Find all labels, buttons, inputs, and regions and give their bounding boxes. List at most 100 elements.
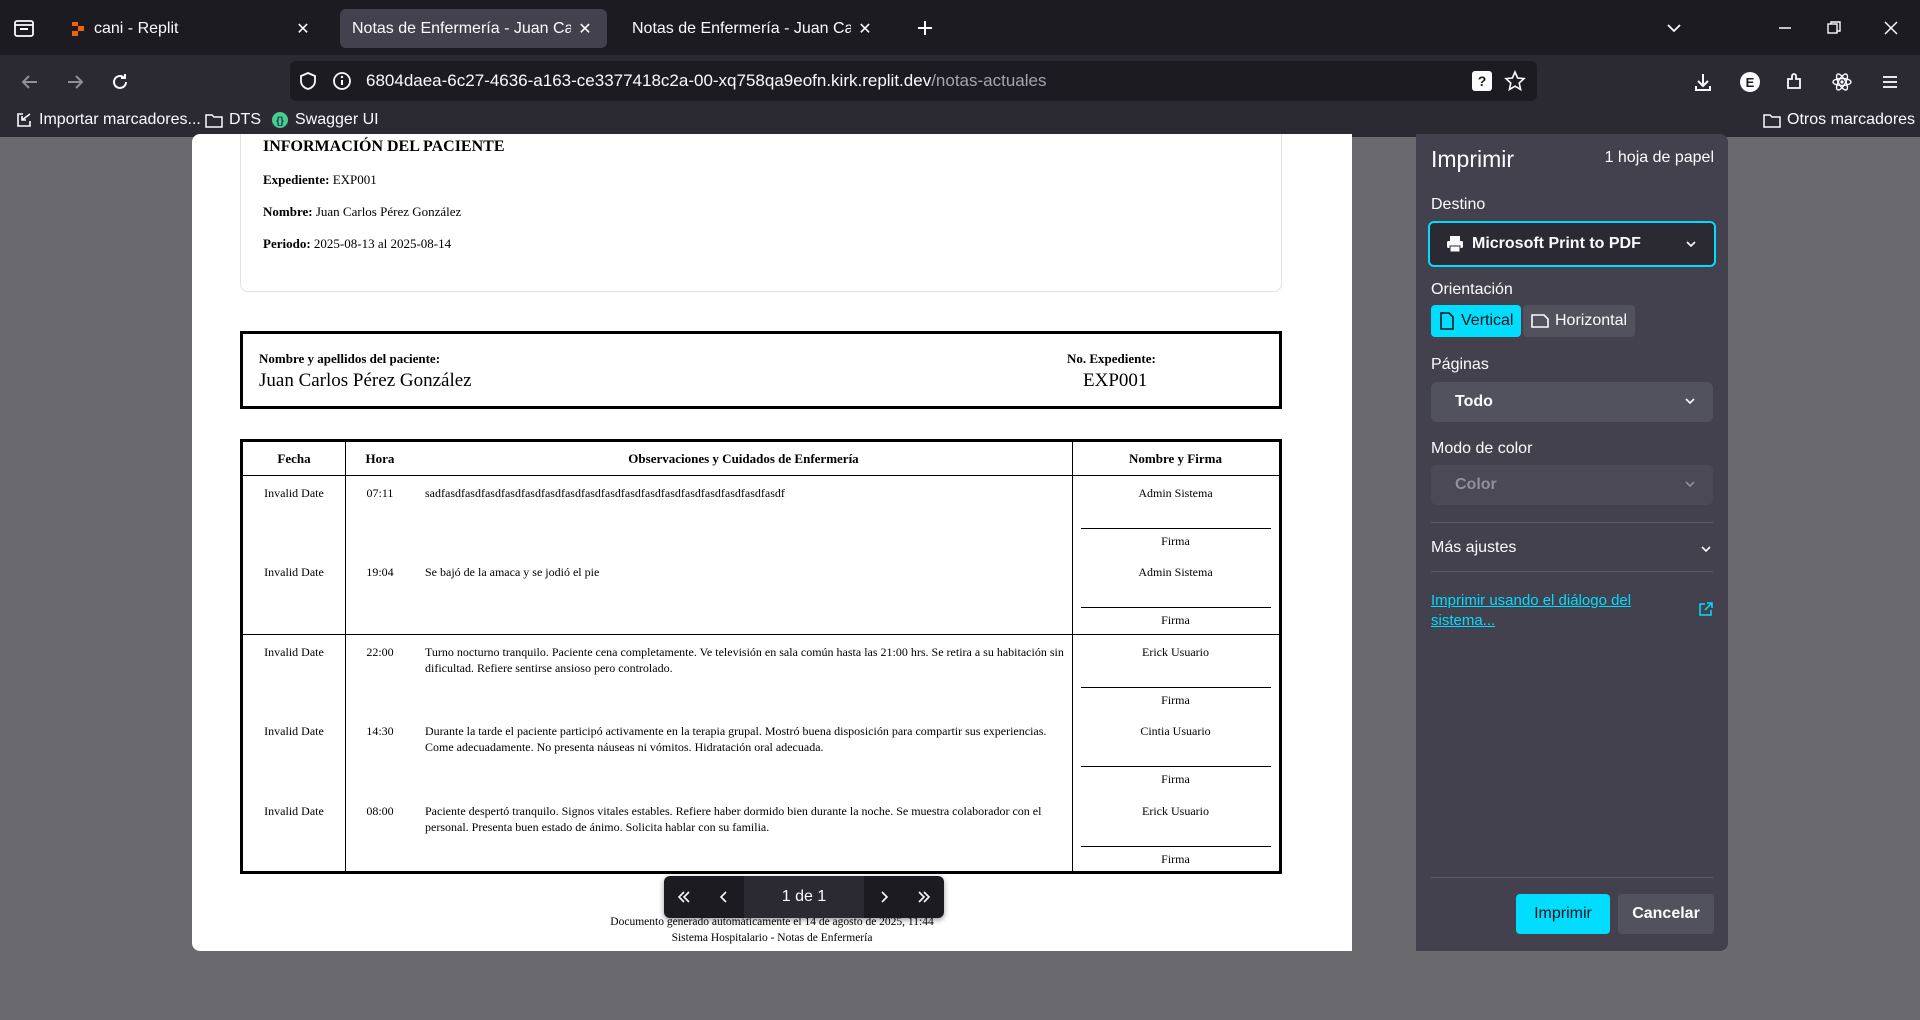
row-hora: 08:00: [366, 804, 394, 818]
portrait-icon: [1440, 312, 1454, 330]
downloads-icon[interactable]: [1688, 67, 1718, 97]
extensions-icon[interactable]: [1779, 67, 1809, 97]
tab-title: Notas de Enfermería - Juan Carlos Pérez …: [632, 19, 851, 37]
forward-icon[interactable]: [60, 67, 90, 97]
info-nombre: Nombre: Juan Carlos Pérez González: [263, 204, 462, 219]
color-mode-select[interactable]: Color: [1431, 465, 1713, 505]
print-button[interactable]: Imprimir: [1516, 894, 1610, 934]
row-observacion: Turno nocturno tranquilo. Paciente cena …: [425, 645, 1064, 675]
row-hora: 14:30: [366, 724, 394, 738]
row-nombre: Admin Sistema: [1138, 565, 1213, 579]
row-firma: Firma: [1161, 852, 1190, 866]
row-fecha: Invalid Date: [264, 804, 324, 818]
print-title: Imprimir: [1431, 146, 1515, 172]
help-icon[interactable]: ?: [1472, 71, 1492, 91]
bookmark-import[interactable]: Importar marcadores...: [15, 111, 201, 129]
new-tab-icon[interactable]: [910, 13, 940, 43]
more-settings-toggle[interactable]: Más ajustes: [1431, 539, 1713, 557]
close-tab-icon[interactable]: ✕: [855, 19, 875, 39]
footer-system: Sistema Hospitalario - Notas de Enfermer…: [671, 932, 873, 944]
print-preview: INFORMACIÓN DEL PACIENTE Expediente: EXP…: [192, 134, 1352, 951]
previous-page-icon[interactable]: [704, 876, 744, 918]
color-label: Modo de color: [1431, 440, 1533, 457]
row-fecha: Invalid Date: [264, 486, 324, 500]
back-icon[interactable]: [15, 67, 45, 97]
row-firma: Firma: [1161, 534, 1190, 548]
header-observaciones: Observaciones y Cuidados de Enfermería: [628, 450, 859, 466]
swagger-icon: {}: [272, 112, 288, 128]
row-nombre: Cintia Usuario: [1140, 724, 1211, 738]
minimize-icon[interactable]: [1770, 14, 1800, 42]
color-value: Color: [1455, 476, 1497, 493]
row-hora: 22:00: [366, 645, 394, 659]
info-periodo: Periodo: 2025-08-13 al 2025-08-14: [263, 236, 452, 251]
orientation-horizontal-button[interactable]: Horizontal: [1523, 305, 1636, 337]
bookmark-label: DTS: [229, 111, 261, 128]
row-fecha: Invalid Date: [264, 565, 324, 579]
pages-select[interactable]: Todo: [1431, 382, 1713, 422]
row-firma: Firma: [1161, 693, 1190, 707]
print-settings-panel: Imprimir 1 hoja de papel Destino Microso…: [1416, 134, 1728, 951]
close-window-icon[interactable]: [1876, 14, 1906, 42]
patient-name-value: Juan Carlos Pérez González: [259, 370, 472, 391]
tab-replit[interactable]: cani - Replit ✕: [58, 9, 325, 48]
info-expediente: Expediente: EXP001: [263, 172, 377, 187]
system-dialog-link[interactable]: Imprimir usando el diálogo del sistema..…: [1431, 591, 1681, 631]
tab-list-icon[interactable]: [12, 16, 36, 40]
preview-page: INFORMACIÓN DEL PACIENTE Expediente: EXP…: [192, 134, 1352, 951]
sheet-count: 1 hoja de papel: [1604, 149, 1714, 166]
url-bar[interactable]: 6804daea-6c27-4636-a163-ce3377418c2a-00-…: [290, 61, 1537, 101]
tab-notas[interactable]: Notas de Enfermería - Juan Carlos Pérez …: [620, 9, 887, 48]
close-tab-icon[interactable]: ✕: [293, 19, 313, 39]
import-icon: [17, 113, 31, 127]
page-count: 1 de 1: [744, 876, 864, 918]
orientation-vertical-button[interactable]: Vertical: [1431, 305, 1522, 337]
chevron-down-icon: [1686, 241, 1696, 248]
bookmark-folder-dts[interactable]: DTS: [205, 111, 261, 129]
chevron-down-icon: [1685, 481, 1695, 488]
chevron-down-icon: [1685, 398, 1695, 405]
header-fecha: Fecha: [277, 450, 311, 466]
external-link-icon: [1699, 602, 1713, 616]
react-devtools-icon[interactable]: [1827, 67, 1857, 97]
menu-icon[interactable]: [1875, 67, 1905, 97]
landscape-icon: [1531, 314, 1549, 328]
tab-notas-active[interactable]: Notas de Enfermería - Juan Carlos Pérez …: [340, 9, 607, 48]
navigation-toolbar: 6804daea-6c27-4636-a163-ce3377418c2a-00-…: [0, 55, 1920, 107]
bookmark-label: Importar marcadores...: [39, 111, 201, 128]
info-title: INFORMACIÓN DEL PACIENTE: [263, 138, 505, 155]
header-nombre-firma: Nombre y Firma: [1129, 450, 1222, 466]
bookmark-other[interactable]: Otros marcadores: [1763, 111, 1915, 129]
row-nombre: Erick Usuario: [1142, 645, 1209, 659]
row-observacion: sadfasdfasdfasdfasdfasdfasdfasdfasdfasdf…: [425, 486, 785, 500]
restore-icon[interactable]: [1819, 14, 1849, 42]
list-all-tabs-icon[interactable]: [1659, 14, 1689, 42]
account-avatar-icon[interactable]: E: [1735, 67, 1765, 97]
row-observacion: Se bajó de la amaca y se jodió el pie: [425, 565, 600, 579]
site-info-icon[interactable]: [332, 71, 352, 91]
first-page-icon[interactable]: [664, 876, 704, 918]
bookmark-swagger[interactable]: {} Swagger UI: [271, 111, 379, 129]
last-page-icon[interactable]: [904, 876, 944, 918]
bookmark-label: Swagger UI: [295, 111, 379, 128]
tab-title: cani - Replit: [94, 19, 179, 37]
svg-text:{}: {}: [276, 116, 284, 127]
next-page-icon[interactable]: [864, 876, 904, 918]
pages-value: Todo: [1455, 393, 1493, 410]
row-observacion: Paciente despertó tranquilo. Signos vita…: [425, 804, 1042, 834]
destination-value: Microsoft Print to PDF: [1472, 235, 1641, 252]
printer-icon: [1447, 236, 1463, 253]
paginas-label: Páginas: [1431, 356, 1489, 373]
bookmark-star-icon[interactable]: [1504, 70, 1526, 92]
cancel-button[interactable]: Cancelar: [1618, 894, 1714, 934]
destination-select[interactable]: Microsoft Print to PDF: [1428, 221, 1716, 267]
reload-icon[interactable]: [105, 67, 135, 97]
destino-label: Destino: [1431, 196, 1486, 213]
shield-icon[interactable]: [298, 71, 318, 91]
patient-name-label: Nombre y apellidos del paciente:: [259, 351, 441, 366]
bookmark-label: Otros marcadores: [1787, 111, 1916, 128]
expediente-value: EXP001: [1083, 370, 1148, 391]
close-tab-icon[interactable]: ✕: [575, 19, 595, 39]
tab-title: Notas de Enfermería - Juan Carlos Pérez …: [352, 19, 571, 37]
row-firma: Firma: [1161, 772, 1190, 786]
